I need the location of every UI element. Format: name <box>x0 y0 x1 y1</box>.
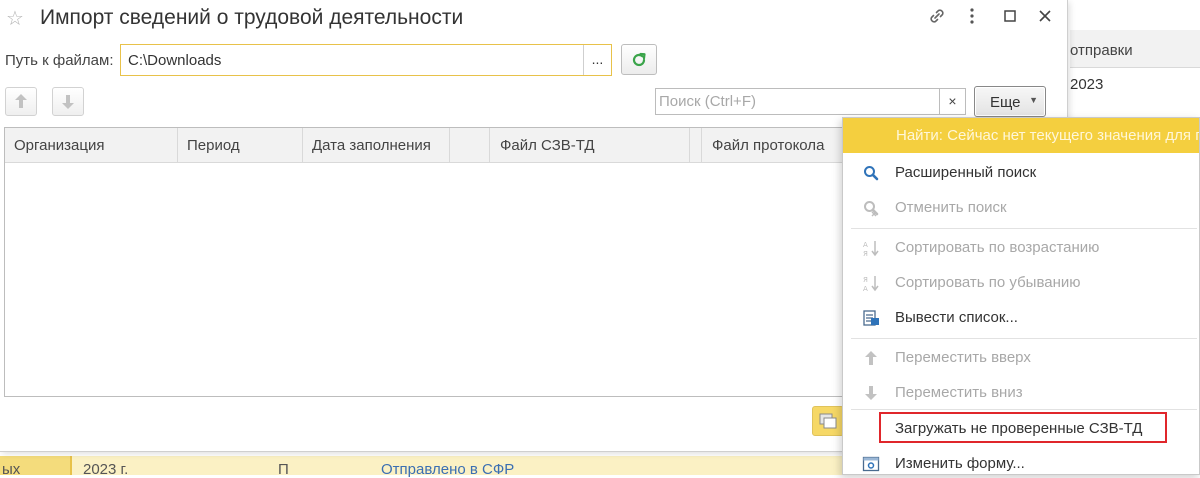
close-icon[interactable] <box>1033 6 1057 30</box>
more-button[interactable]: Еще ▼ <box>974 86 1046 117</box>
arrow-down-icon <box>865 386 877 400</box>
load-icon <box>819 413 837 429</box>
more-button-label: Еще <box>990 94 1021 111</box>
menu-separator <box>851 409 1197 410</box>
path-field[interactable]: ... <box>120 44 612 76</box>
menu-item-sort-descending[interactable]: Я А Сортировать по убыванию <box>843 265 1199 300</box>
menu-item-cancel-search[interactable]: Отменить поиск <box>843 190 1199 225</box>
menu-item-find[interactable]: Найти: Сейчас нет текущего значения для … <box>843 118 1199 153</box>
column-header-fill-date[interactable]: Дата заполнения <box>303 128 450 163</box>
more-menu: Найти: Сейчас нет текущего значения для … <box>842 117 1200 475</box>
bg-cell-3: П <box>278 461 289 478</box>
column-header-empty-1[interactable] <box>450 128 490 163</box>
chevron-down-icon: ▼ <box>1029 95 1038 105</box>
output-list-icon <box>863 310 879 326</box>
menu-item-label: Изменить форму... <box>895 455 1025 472</box>
refresh-icon <box>632 52 646 67</box>
browse-button[interactable]: ... <box>583 45 611 75</box>
search-input[interactable] <box>656 89 939 114</box>
cancel-search-icon <box>864 201 879 217</box>
dialog-title: Импорт сведений о трудовой деятельности <box>40 6 464 29</box>
menu-item-move-down[interactable]: Переместить вниз <box>843 375 1199 410</box>
bg-column-header[interactable]: отправки <box>1070 30 1200 68</box>
refresh-button[interactable] <box>621 44 657 75</box>
menu-item-output-list[interactable]: Вывести список... <box>843 300 1199 335</box>
favorite-star-icon[interactable]: ☆ <box>6 6 24 31</box>
bg-column-value: 2023 <box>1070 76 1104 93</box>
search-icon <box>864 166 879 181</box>
path-label: Путь к файлам: <box>5 52 114 69</box>
path-input[interactable] <box>121 45 583 75</box>
arrow-down-icon <box>62 95 74 109</box>
column-header-organization[interactable]: Организация <box>5 128 178 163</box>
menu-item-label: Вывести список... <box>895 309 1018 326</box>
svg-text:Я: Я <box>863 276 868 284</box>
menu-item-label: Отменить поиск <box>895 199 1007 216</box>
load-button[interactable] <box>812 406 844 436</box>
change-form-icon <box>862 456 880 472</box>
menu-separator <box>851 228 1197 229</box>
clear-search-button[interactable]: × <box>939 89 965 114</box>
search-field[interactable]: × <box>655 88 966 115</box>
menu-item-label: Переместить вверх <box>895 349 1031 366</box>
move-down-button[interactable] <box>52 87 84 116</box>
menu-item-label: Сортировать по убыванию <box>895 274 1081 291</box>
svg-text:А: А <box>863 285 868 292</box>
maximize-icon[interactable] <box>998 6 1022 30</box>
more-options-icon[interactable] <box>960 6 984 30</box>
menu-item-label: Найти: Сейчас нет текущего значения для … <box>896 127 1199 144</box>
arrow-up-icon <box>865 351 877 365</box>
svg-text:А: А <box>863 241 868 249</box>
arrow-up-icon <box>15 94 27 108</box>
menu-separator <box>851 338 1197 339</box>
column-header-empty-2[interactable] <box>690 128 702 163</box>
column-header-szv-file[interactable]: Файл СЗВ-ТД <box>490 128 690 163</box>
bg-status-link[interactable]: Отправлено в СФР <box>381 461 514 478</box>
move-up-button[interactable] <box>5 87 37 116</box>
menu-item-move-up[interactable]: Переместить вверх <box>843 340 1199 375</box>
bg-cell-2: 2023 г. <box>83 461 129 478</box>
menu-item-sort-ascending[interactable]: А Я Сортировать по возрастанию <box>843 230 1199 265</box>
sort-descending-icon: Я А <box>863 276 879 292</box>
sort-ascending-icon: А Я <box>863 241 879 257</box>
bg-cell-1: ых <box>2 461 21 478</box>
menu-item-label: Переместить вниз <box>895 384 1023 401</box>
menu-item-change-form[interactable]: Изменить форму... <box>843 446 1199 474</box>
svg-text:Я: Я <box>863 250 868 257</box>
menu-item-label: Расширенный поиск <box>895 164 1037 181</box>
annotation-highlight-box <box>879 412 1167 443</box>
column-header-period[interactable]: Период <box>178 128 303 163</box>
link-icon[interactable] <box>925 6 949 30</box>
menu-item-label: Сортировать по возрастанию <box>895 239 1100 256</box>
menu-item-advanced-search[interactable]: Расширенный поиск <box>843 155 1199 190</box>
